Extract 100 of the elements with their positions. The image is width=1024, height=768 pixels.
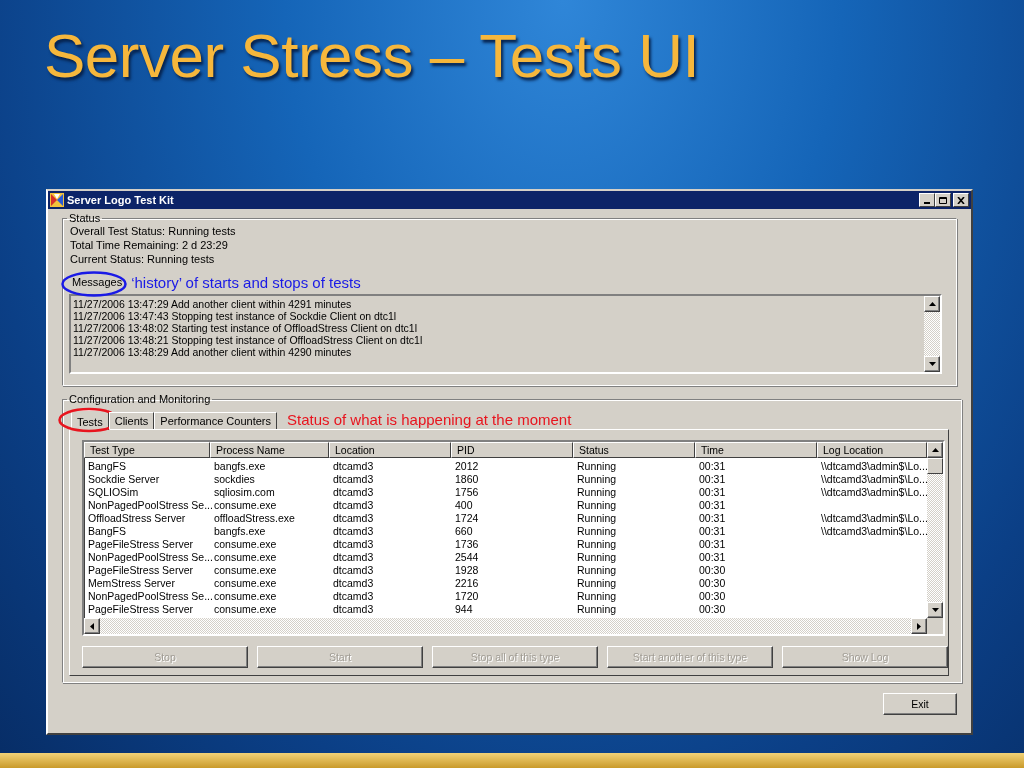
group-label: Configuration and Monitoring	[68, 393, 212, 405]
table-cell-text: \\dtcamd3\admin$\Lo...	[820, 512, 927, 525]
table-cell-text: dtcamd3	[332, 499, 375, 512]
scroll-right-button[interactable]	[911, 618, 927, 634]
scroll-down-button[interactable]	[924, 356, 940, 372]
table-cell-text: dtcamd3	[332, 564, 375, 577]
table-cell-text: NonPagedPoolStress Se...	[87, 499, 210, 512]
table-cell-text: consume.exe	[213, 564, 278, 577]
table-cell-text: NonPagedPoolStress Se...	[87, 551, 210, 564]
up-arrow-icon	[931, 448, 939, 452]
table-cell-text: dtcamd3	[332, 538, 375, 551]
table-cell-text: 1724	[454, 512, 480, 525]
scroll-down-button[interactable]	[927, 602, 943, 618]
annotation-text: Status of what is happening at the moment	[287, 410, 572, 428]
table-cell-text: 1736	[454, 538, 480, 551]
message-line: 11/27/2006 13:48:21 Stopping test instance of OffloadStress Client on dtc1l	[73, 334, 424, 346]
table-cell-text: consume.exe	[213, 603, 278, 616]
table-cell-text: Running	[576, 538, 618, 551]
exit-button[interactable]: Exit	[883, 693, 957, 715]
column-header[interactable]: Process Name	[210, 442, 329, 458]
table-cell-text: Running	[576, 551, 618, 564]
table-cell-text: 00:31	[698, 486, 727, 499]
table-cell-text: sockdies	[213, 473, 256, 486]
table-cell-text: Running	[576, 564, 618, 577]
table-cell-text: 660	[454, 525, 474, 538]
table-cell-text: NonPagedPoolStress Se...	[87, 590, 210, 603]
messages-label: Messages	[69, 276, 126, 288]
table-cell-text: dtcamd3	[332, 577, 375, 590]
table-cell-text: consume.exe	[213, 538, 278, 551]
table-cell-text: Running	[576, 499, 618, 512]
table-cell-text: 00:31	[698, 512, 727, 525]
table-cell-text: 00:30	[698, 590, 727, 603]
message-line: 11/27/2006 13:48:29 Add another client within 4290 minutes	[73, 346, 353, 358]
table-cell-text: 00:30	[698, 603, 727, 616]
window-title: Server Logo Test Kit	[67, 194, 175, 206]
scroll-left-button[interactable]	[84, 618, 100, 634]
table-cell-text: 1860	[454, 473, 480, 486]
table-cell-text: Running	[576, 590, 618, 603]
table-cell-text: dtcamd3	[332, 603, 375, 616]
table-cell-text: 1756	[454, 486, 480, 499]
table-cell-text: 00:30	[698, 577, 727, 590]
table-cell-text: 944	[454, 603, 474, 616]
column-header[interactable]: Location	[329, 442, 451, 458]
up-arrow-icon	[928, 302, 936, 306]
table-cell-text: Running	[576, 486, 618, 499]
scroll-up-button[interactable]	[924, 296, 940, 312]
table-cell-text: BangFS	[87, 525, 127, 538]
table-cell-text: 1720	[454, 590, 480, 603]
minimize-button[interactable]	[919, 193, 935, 207]
group-label: Status	[68, 212, 102, 224]
table-cell-text: offloadStress.exe	[213, 512, 296, 525]
maximize-button[interactable]	[935, 193, 951, 207]
table-cell-text: dtcamd3	[332, 551, 375, 564]
table-cell-text: sqliosim.com	[213, 486, 276, 499]
table-cell-text: MemStress Server	[87, 577, 176, 590]
table-cell-text: 00:30	[698, 564, 727, 577]
scrollbar-thumb[interactable]	[927, 458, 943, 474]
table-cell-text: \\dtcamd3\admin$\Lo...	[820, 460, 927, 473]
table-cell-text: SQLIOSim	[87, 486, 140, 499]
table-cell-text: 00:31	[698, 525, 727, 538]
table-cell-text: \\dtcamd3\admin$\Lo...	[820, 525, 927, 538]
table-cell-text: consume.exe	[213, 577, 278, 590]
table-cell-text: Running	[576, 460, 618, 473]
table-cell-text: 00:31	[698, 473, 727, 486]
table-cell-text: Sockdie Server	[87, 473, 161, 486]
status-text: Overall Test Status: Running tests	[69, 224, 237, 238]
table-cell-text: BangFS	[87, 460, 127, 473]
table-cell-text: bangfs.exe	[213, 460, 267, 473]
table-cell-text: 00:31	[698, 538, 727, 551]
maximize-icon	[939, 196, 947, 204]
table-cell-text: Running	[576, 603, 618, 616]
table-cell-text: dtcamd3	[332, 473, 375, 486]
status-text: Total Time Remaining: 2 d 23:29	[69, 238, 229, 252]
column-header[interactable]: PID	[451, 442, 573, 458]
table-cell-text: 00:31	[698, 499, 727, 512]
table-cell-text: 2216	[454, 577, 480, 590]
table-cell-text: dtcamd3	[332, 525, 375, 538]
table-cell-text: bangfs.exe	[213, 525, 267, 538]
scroll-up-button[interactable]	[927, 442, 943, 458]
column-header[interactable]: Log Location	[817, 442, 927, 458]
table-cell-text: dtcamd3	[332, 486, 375, 499]
app-icon	[50, 193, 64, 207]
table-cell-text: 00:31	[698, 460, 727, 473]
highlight-ellipse	[61, 271, 127, 297]
annotation-text: ‘history’ of starts and stops of tests	[131, 273, 361, 291]
table-cell-text: 2012	[454, 460, 480, 473]
message-line: 11/27/2006 13:48:02 Starting test instance of OffloadStress Client on dtc1l	[73, 322, 418, 334]
down-arrow-icon	[931, 608, 939, 612]
right-arrow-icon	[917, 622, 921, 630]
tab[interactable]: Performance Counters	[154, 412, 277, 429]
table-cell-text: 1928	[454, 564, 480, 577]
column-header[interactable]: Time	[695, 442, 817, 458]
message-line: 11/27/2006 13:47:43 Stopping test instance of Sockdie Client on dtc1l	[73, 310, 398, 322]
close-button[interactable]	[953, 193, 969, 207]
column-header[interactable]: Test Type	[84, 442, 210, 458]
table-cell-text: Running	[576, 525, 618, 538]
table-cell-text: \\dtcamd3\admin$\Lo...	[820, 473, 927, 486]
tab[interactable]: Clients	[108, 412, 155, 429]
column-header[interactable]: Status	[573, 442, 695, 458]
message-line: 11/27/2006 13:47:29 Add another client within 4291 minutes	[73, 298, 353, 310]
